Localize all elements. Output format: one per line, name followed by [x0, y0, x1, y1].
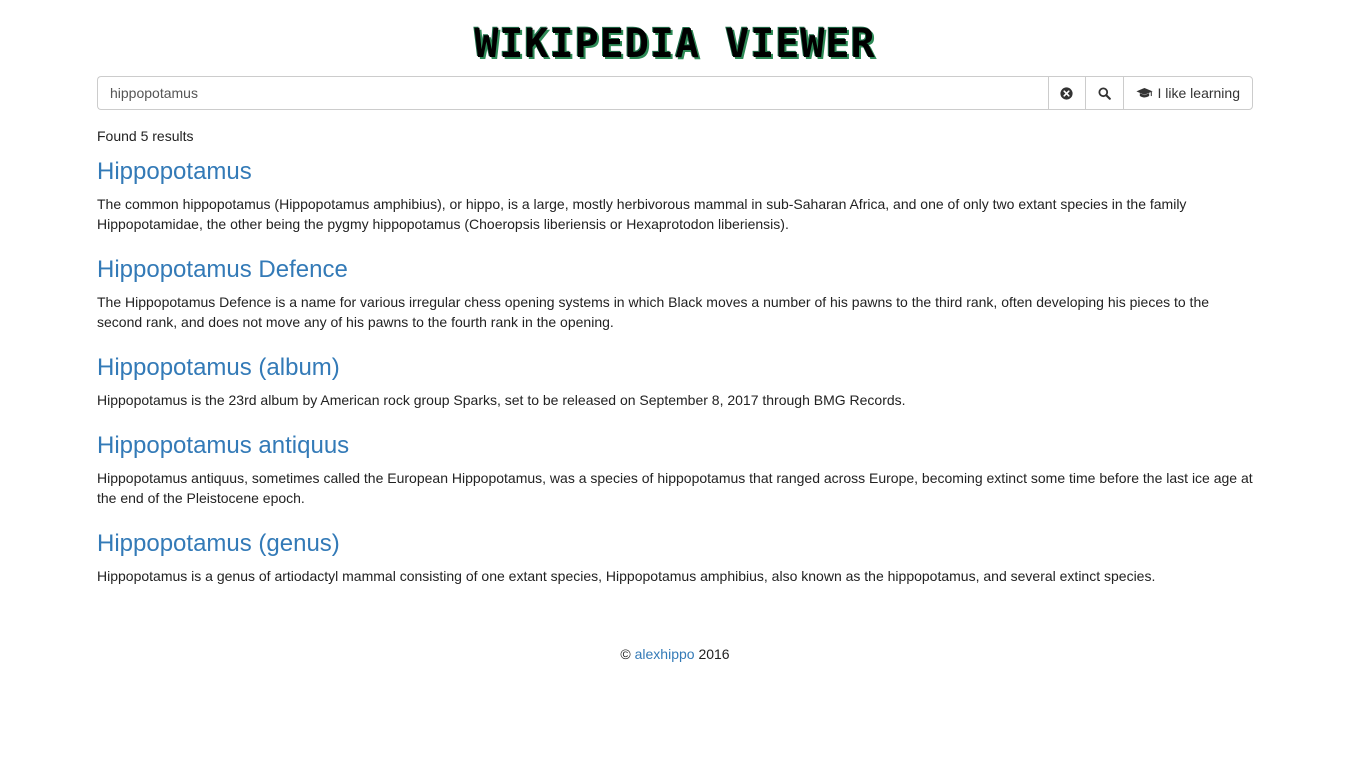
- result-title-link[interactable]: Hippopotamus: [97, 156, 1253, 188]
- result-snippet: The Hippopotamus Defence is a name for v…: [97, 294, 1210, 330]
- result-snippet: Hippopotamus is the 23rd album by Americ…: [97, 392, 906, 408]
- result-snippet: The common hippopotamus (Hippopotamus am…: [97, 196, 1187, 232]
- search-button[interactable]: [1084, 76, 1123, 110]
- graduation-cap-icon: [1135, 87, 1153, 100]
- author-link[interactable]: alexhippo: [635, 646, 695, 662]
- times-circle-icon: [1060, 86, 1073, 100]
- search-bar: I like learning: [97, 76, 1253, 110]
- result-item: Hippopotamus Defence The Hippopotamus De…: [97, 254, 1253, 332]
- result-item: Hippopotamus (genus) Hippopotamus is a g…: [97, 528, 1253, 586]
- result-snippet: Hippopotamus is a genus of artiodactyl m…: [97, 568, 1156, 584]
- result-title-link[interactable]: Hippopotamus antiquus: [97, 430, 1253, 462]
- footer: © alexhippo 2016: [97, 644, 1253, 664]
- copyright-symbol: ©: [620, 646, 631, 662]
- clear-button[interactable]: [1047, 76, 1085, 110]
- result-title-link[interactable]: Hippopotamus (album): [97, 352, 1253, 384]
- results-list: Hippopotamus The common hippopotamus (Hi…: [97, 156, 1253, 586]
- search-input[interactable]: [97, 76, 1048, 110]
- results-count: Found 5 results: [97, 128, 194, 144]
- result-title-link[interactable]: Hippopotamus (genus): [97, 528, 1253, 560]
- i-like-learning-label: I like learning: [1157, 85, 1241, 101]
- search-icon: [1097, 86, 1111, 100]
- page-container: WIKIPEDIA VIEWER hippopotamus I like lea…: [97, 0, 1253, 664]
- copyright-year: 2016: [698, 646, 730, 662]
- i-like-learning-button[interactable]: I like learning: [1122, 76, 1253, 110]
- result-snippet: Hippopotamus antiquus, sometimes called …: [97, 470, 1253, 506]
- result-title-link[interactable]: Hippopotamus Defence: [97, 254, 1253, 286]
- result-item: Hippopotamus antiquus Hippopotamus antiq…: [97, 430, 1253, 508]
- page-title: WIKIPEDIA VIEWER: [474, 21, 876, 67]
- result-item: Hippopotamus (album) Hippopotamus is the…: [97, 352, 1253, 410]
- result-item: Hippopotamus The common hippopotamus (Hi…: [97, 156, 1253, 234]
